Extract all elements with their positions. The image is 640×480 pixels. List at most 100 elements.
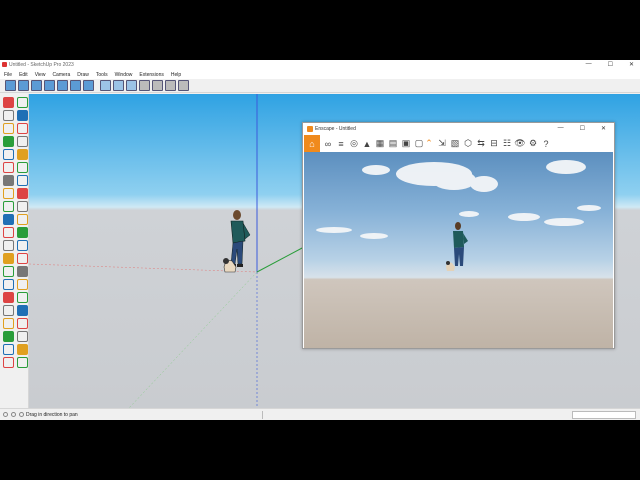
menu-extensions[interactable]: Extensions — [139, 72, 163, 78]
top-view-icon[interactable] — [18, 80, 29, 91]
move-icon[interactable] — [2, 214, 14, 225]
menu-help[interactable]: Help — [171, 72, 181, 78]
push-pull-icon[interactable] — [2, 201, 14, 212]
scale-icon[interactable] — [16, 227, 28, 238]
green-axis-dashed — [128, 271, 258, 408]
credits-icon[interactable] — [11, 412, 16, 417]
document-icon[interactable]: ▢ — [414, 138, 424, 149]
protractor-icon[interactable] — [16, 240, 28, 251]
settings-icon[interactable]: ⚙ — [528, 138, 538, 149]
menu-window[interactable]: Window — [115, 72, 133, 78]
rectangle-icon[interactable] — [2, 149, 14, 160]
person-figure[interactable] — [230, 210, 251, 267]
zoom-icon[interactable] — [2, 292, 14, 303]
enscape-maximize-button[interactable]: ☐ — [580, 125, 585, 132]
pan-icon[interactable] — [16, 279, 28, 290]
menu-tools[interactable]: Tools — [96, 72, 108, 78]
eraser-icon[interactable] — [16, 110, 28, 121]
paint-bucket-icon[interactable] — [2, 110, 14, 121]
chevron-up-icon[interactable]: ⌃ — [424, 138, 434, 149]
rotate-icon[interactable] — [2, 227, 14, 238]
export-icon[interactable]: ⇲ — [437, 138, 447, 149]
minimize-button[interactable]: — — [586, 61, 592, 68]
hidden-line-icon[interactable] — [139, 80, 150, 91]
section-plane-icon[interactable] — [16, 331, 28, 342]
right-view-icon[interactable] — [44, 80, 55, 91]
axes-icon[interactable] — [2, 266, 14, 277]
back-edges-icon[interactable] — [113, 80, 124, 91]
clapper-icon[interactable]: ▤ — [388, 138, 398, 149]
close-button[interactable]: ✕ — [629, 61, 634, 68]
arc2-icon[interactable] — [16, 175, 28, 186]
menu-camera[interactable]: Camera — [52, 72, 70, 78]
rotated-rect-icon[interactable] — [16, 149, 28, 160]
cube-icon[interactable]: ⬡ — [463, 138, 473, 149]
share-icon[interactable]: ⇆ — [476, 138, 486, 149]
line-icon[interactable] — [2, 136, 14, 147]
enscape-close-button[interactable]: ✕ — [601, 125, 606, 132]
xray-icon[interactable] — [100, 80, 111, 91]
look-around-icon[interactable] — [16, 318, 28, 329]
shaded-icon[interactable] — [152, 80, 163, 91]
render-graphics — [316, 160, 601, 271]
freehand-icon[interactable] — [16, 136, 28, 147]
display-section-icon[interactable] — [2, 357, 14, 368]
follow-me-icon[interactable] — [16, 201, 28, 212]
polygon-icon[interactable] — [16, 162, 28, 173]
walk-icon[interactable] — [2, 318, 14, 329]
text-icon[interactable] — [16, 253, 28, 264]
asset-icon[interactable]: ⊟ — [489, 138, 499, 149]
select-icon[interactable] — [2, 97, 14, 108]
link-icon[interactable]: ∞ — [323, 139, 333, 149]
collab-icon[interactable]: ☷ — [502, 138, 512, 149]
menu-draw[interactable]: Draw — [77, 72, 89, 78]
menu-file[interactable]: File — [4, 72, 12, 78]
enscape-render-view[interactable] — [304, 152, 613, 348]
dimension-icon[interactable] — [2, 253, 14, 264]
help-icon[interactable]: ? — [541, 139, 551, 149]
shaded-textures-icon[interactable] — [165, 80, 176, 91]
monitor-icon[interactable]: ▣ — [401, 138, 411, 149]
monochrome-icon[interactable] — [178, 80, 189, 91]
eye-icon[interactable]: 👁 — [514, 138, 525, 149]
orbit-icon[interactable] — [2, 279, 14, 290]
zoom-window-icon[interactable] — [16, 292, 28, 303]
enscape-logo-icon — [307, 126, 313, 132]
component-icon[interactable] — [16, 97, 28, 108]
pie-icon[interactable] — [2, 188, 14, 199]
position-camera-icon[interactable] — [2, 331, 14, 342]
sketchup-logo-icon — [2, 62, 7, 67]
panorama-icon[interactable]: ▧ — [450, 138, 460, 149]
enscape-minimize-button[interactable]: — — [558, 125, 564, 132]
zoom-extents-icon[interactable] — [2, 305, 14, 316]
home-icon[interactable]: ⌂ — [304, 135, 320, 152]
sandbox-icon[interactable] — [2, 344, 14, 355]
left-view-icon[interactable] — [70, 80, 81, 91]
arc3-icon[interactable] — [16, 188, 28, 199]
bottom-view-icon[interactable] — [83, 80, 94, 91]
list-icon[interactable]: ≡ — [336, 139, 346, 149]
buildings-icon[interactable]: ▦ — [375, 138, 385, 149]
back-view-icon[interactable] — [57, 80, 68, 91]
sandbox2-icon[interactable] — [16, 344, 28, 355]
mountain-icon[interactable]: ▲ — [362, 139, 372, 149]
iso-view-icon[interactable] — [5, 80, 16, 91]
measurements-box[interactable] — [572, 411, 636, 419]
maximize-button[interactable]: ☐ — [608, 61, 613, 68]
offset-icon[interactable] — [16, 214, 28, 225]
wireframe-icon[interactable] — [126, 80, 137, 91]
section-cuts-icon[interactable] — [16, 357, 28, 368]
arc-icon[interactable] — [2, 175, 14, 186]
tag-icon[interactable] — [2, 123, 14, 134]
binoculars-icon[interactable]: ◎ — [349, 138, 359, 149]
geo-location-icon[interactable] — [3, 412, 8, 417]
front-view-icon[interactable] — [31, 80, 42, 91]
menu-edit[interactable]: Edit — [19, 72, 28, 78]
tape-icon[interactable] — [2, 240, 14, 251]
previous-view-icon[interactable] — [16, 305, 28, 316]
3d-text-icon[interactable] — [16, 266, 28, 277]
eraser2-icon[interactable] — [16, 123, 28, 134]
circle-icon[interactable] — [2, 162, 14, 173]
menu-view[interactable]: View — [35, 72, 46, 78]
user-icon[interactable] — [19, 412, 24, 417]
